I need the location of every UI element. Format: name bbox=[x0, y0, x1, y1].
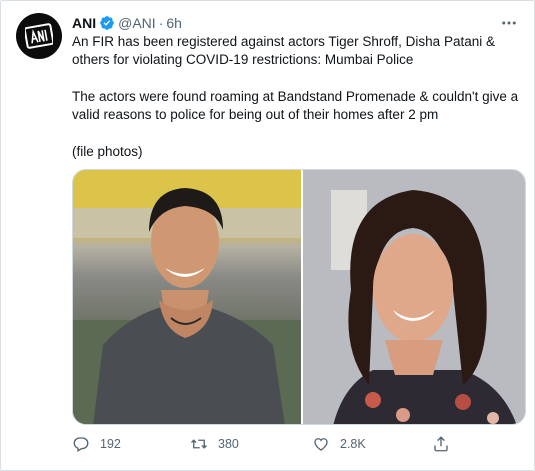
retweet-count: 380 bbox=[218, 437, 239, 451]
retweet-icon bbox=[191, 439, 207, 449]
tweet-actions: 192 380 2.8K bbox=[72, 434, 492, 454]
separator-dot: · bbox=[158, 15, 164, 31]
share-icon bbox=[434, 436, 448, 452]
like-icon bbox=[314, 438, 328, 451]
like-count: 2.8K bbox=[340, 437, 366, 451]
tweet-text-paragraph: An FIR has been registered against actor… bbox=[72, 34, 495, 67]
verified-badge-icon bbox=[100, 16, 114, 30]
ani-logo bbox=[25, 23, 53, 49]
tweet-header: ANI @ANI · 6h bbox=[72, 14, 182, 32]
tweet-text-paragraph: (file photos) bbox=[72, 144, 143, 159]
man-photo-illustration bbox=[73, 170, 301, 424]
share-button[interactable] bbox=[432, 434, 460, 454]
more-options-icon[interactable] bbox=[500, 14, 518, 32]
like-button[interactable]: 2.8K bbox=[312, 434, 366, 454]
reply-button[interactable]: 192 bbox=[72, 434, 121, 454]
display-name[interactable]: ANI bbox=[72, 15, 96, 31]
tweet-card[interactable]: ANI @ANI · 6h An FIR has been registered… bbox=[0, 0, 535, 471]
reply-count: 192 bbox=[100, 437, 121, 451]
avatar[interactable] bbox=[16, 13, 62, 59]
retweet-button[interactable]: 380 bbox=[190, 434, 239, 454]
reply-icon bbox=[73, 437, 89, 452]
handle[interactable]: @ANI bbox=[118, 15, 156, 31]
woman-photo-illustration bbox=[303, 170, 525, 424]
timestamp[interactable]: 6h bbox=[166, 15, 182, 31]
tweet-text-paragraph: The actors were found roaming at Bandsta… bbox=[72, 89, 519, 122]
media-photo-right[interactable] bbox=[303, 170, 525, 424]
tweet-media[interactable] bbox=[72, 169, 526, 425]
media-photo-left[interactable] bbox=[73, 170, 301, 424]
